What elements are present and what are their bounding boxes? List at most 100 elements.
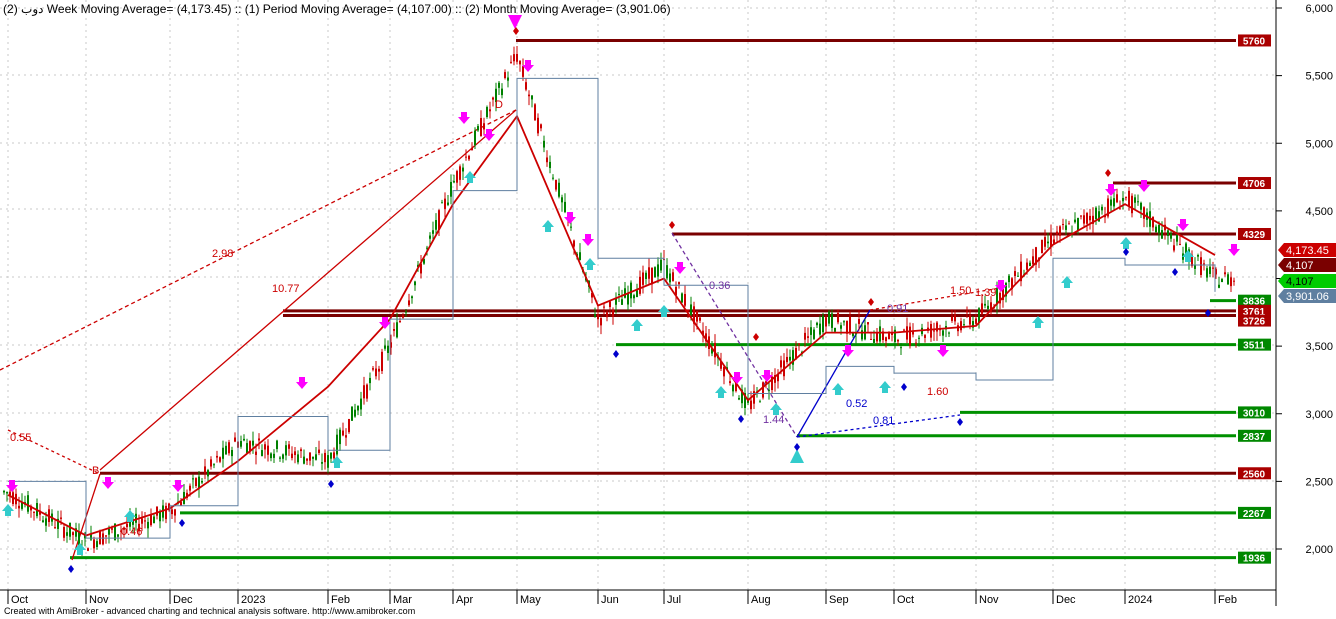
price-bar-body (18, 505, 20, 509)
price-bar-body (612, 309, 614, 317)
level-label-3010: 3010 (1243, 408, 1266, 419)
price-bar-body (1227, 274, 1229, 285)
x-tick-label: Nov (89, 594, 109, 606)
price-bar-body (507, 77, 509, 81)
price-bar-body (1014, 271, 1016, 277)
x-tick-label: Oct (11, 594, 28, 606)
price-bar-body (1041, 239, 1043, 253)
price-bar-body (1119, 208, 1121, 210)
price-bar-body (255, 451, 257, 455)
y-tick-label: 5,000 (1305, 138, 1333, 150)
price-bar-body (549, 161, 551, 169)
price-bar-body (825, 317, 827, 327)
price-bar-body (861, 330, 863, 340)
price-bar-body (1032, 256, 1034, 265)
price-bar-body (150, 514, 152, 526)
price-bar-body (1158, 224, 1160, 234)
price-bar-body (294, 451, 296, 456)
price-bar-body (570, 226, 572, 228)
level-label-3511: 3511 (1243, 341, 1265, 352)
y-tick-label: 3,500 (1305, 341, 1333, 353)
buy-arrow-icon (1120, 237, 1132, 249)
price-bar-body (102, 533, 104, 545)
price-bar-body (1140, 202, 1142, 210)
price-bar-body (780, 360, 782, 368)
price-bar-body (336, 434, 338, 455)
price-bar-body (1056, 231, 1058, 235)
price-bar-body (816, 322, 818, 326)
price-bar-body (630, 282, 632, 299)
price-chart[interactable]: 5760470643293836376137263511301028372560… (0, 0, 1336, 619)
price-bar-body (405, 311, 407, 313)
pivot-low-icon (738, 415, 744, 423)
price-bar-body (1221, 279, 1223, 283)
price-bar-body (504, 72, 506, 79)
price-bar-body (732, 384, 734, 392)
price-bar-body (324, 452, 326, 463)
price-bar-body (672, 272, 674, 281)
price-bar-body (606, 312, 608, 318)
x-tick-label: Oct (897, 594, 914, 606)
signal-arrows (2, 15, 1240, 573)
price-bar-body (234, 437, 236, 442)
price-bar-body (33, 511, 35, 513)
price-bar-body (351, 406, 353, 421)
price-bar-body (681, 293, 683, 303)
y-tick-label: 2,500 (1305, 476, 1333, 488)
price-bar-body (1206, 268, 1208, 278)
price-bar-body (537, 117, 539, 134)
price-bar-body (288, 444, 290, 449)
price-bar-body (267, 445, 269, 455)
price-bar-body (561, 197, 563, 203)
price-bar-body (360, 398, 362, 410)
x-tick-label: Mar (393, 594, 412, 606)
buy-arrow-icon (584, 258, 596, 270)
sell-arrow-icon (731, 372, 743, 384)
price-bar-body (291, 453, 293, 459)
price-bar-body (1047, 241, 1049, 244)
x-tick-label: Apr (456, 594, 473, 606)
big-sell-arrow-icon (508, 15, 522, 29)
price-bar-body (558, 182, 560, 197)
price-bar-body (171, 509, 173, 515)
price-bar-body (303, 456, 305, 464)
price-bar-body (966, 311, 968, 313)
price-bar-body (306, 458, 308, 461)
annotation-label: 1.50 (950, 285, 971, 297)
price-bar-body (1110, 199, 1112, 206)
price-bar-body (555, 179, 557, 190)
price-bar-body (261, 450, 263, 456)
price-bar-body (471, 147, 473, 151)
price-bar-body (300, 449, 302, 452)
price-bar-body (522, 66, 524, 77)
price-bar-body (1230, 277, 1232, 287)
price-bar-body (432, 230, 434, 234)
price-bar-body (144, 520, 146, 522)
price-bar-body (513, 54, 515, 62)
price-bar-body (219, 457, 221, 462)
chart-footer: Created with AmiBroker - advanced charti… (4, 606, 416, 616)
annotation-label: 1.39 (975, 287, 996, 299)
price-bar-body (1128, 190, 1130, 207)
price-bar-body (195, 478, 197, 487)
price-bar-body (969, 315, 971, 325)
price-bar-body (69, 522, 71, 537)
price-bar-body (963, 324, 965, 326)
y-tick-label: 6,000 (1305, 3, 1333, 15)
price-bar-body (225, 445, 227, 455)
price-bar-body (357, 405, 359, 411)
price-bar-body (189, 485, 191, 491)
buy-arrow-icon (74, 543, 86, 555)
price-bar-body (975, 318, 977, 324)
price-bar-body (1203, 263, 1205, 265)
price-bar-body (1209, 266, 1211, 274)
price-bar-body (87, 548, 89, 551)
price-bar-body (684, 293, 686, 306)
price-bar-body (1080, 215, 1082, 217)
price-bar-body (951, 316, 953, 321)
price-bar-body (546, 157, 548, 163)
annotation-label: 0.55 (10, 432, 31, 444)
annotation-label: 0.46 (121, 526, 142, 538)
y-tick-label: 3,000 (1305, 409, 1333, 421)
price-bar-body (414, 281, 416, 286)
